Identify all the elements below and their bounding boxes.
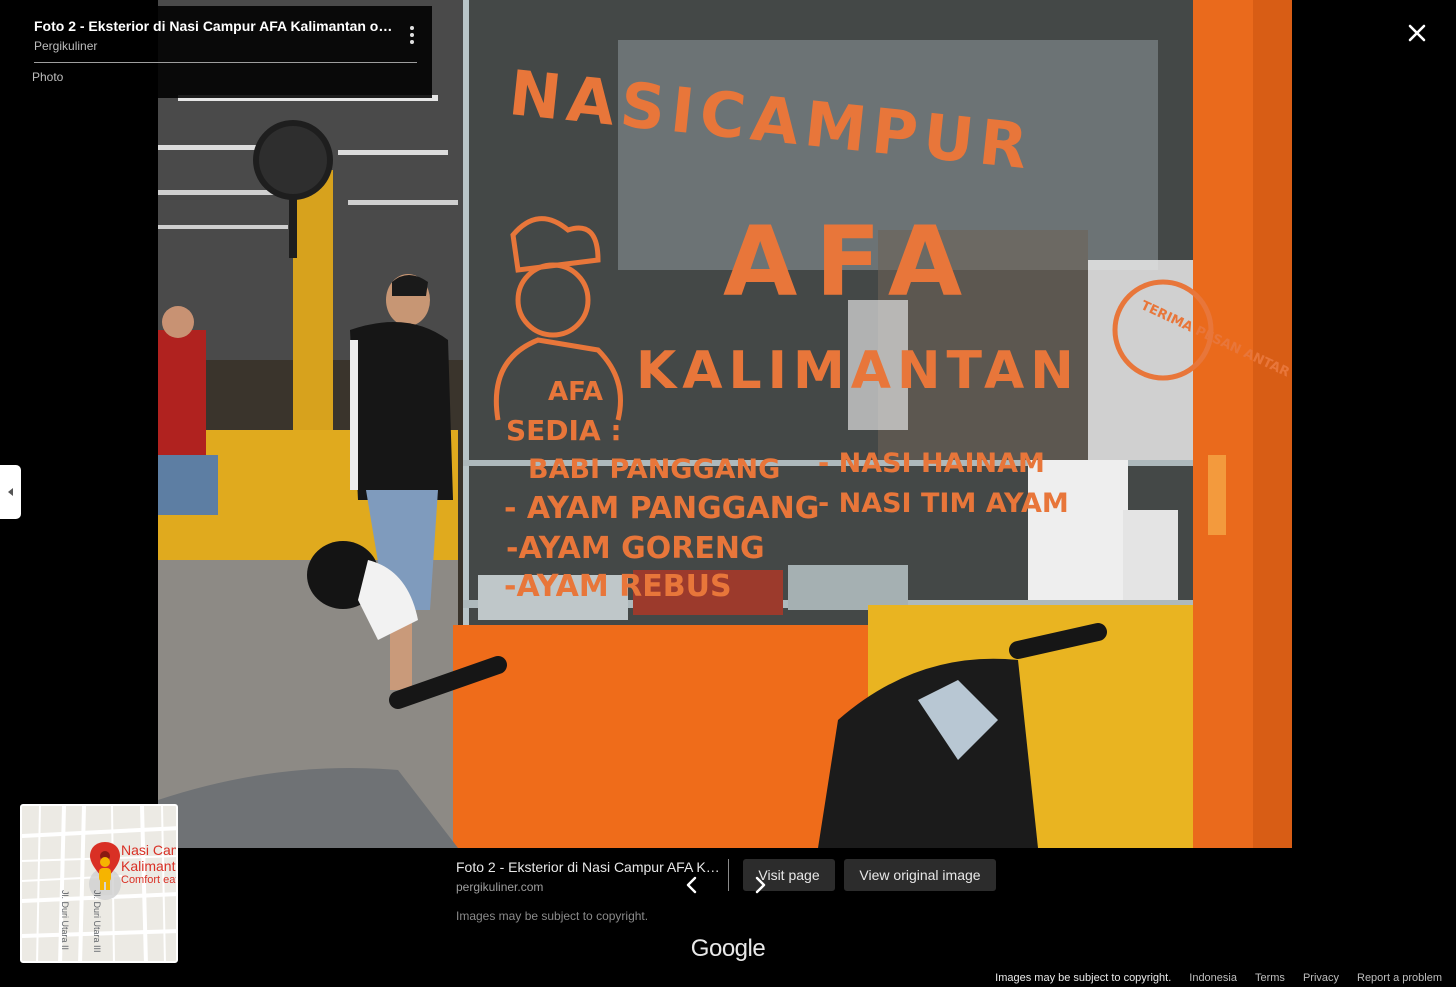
- image-source[interactable]: Pergikuliner: [34, 39, 432, 53]
- google-logo: Google: [690, 935, 766, 962]
- pegman-icon: [99, 857, 111, 890]
- storefront-illustration: NASICAMPUR AFA KALIMANTAN AFA SEDIA : BA…: [158, 0, 1292, 848]
- chevron-right-icon: [755, 876, 766, 894]
- close-icon[interactable]: [1402, 18, 1432, 48]
- caption-domain[interactable]: pergikuliner.com: [456, 880, 543, 894]
- footer-copyright: Images may be subject to copyright.: [995, 972, 1172, 984]
- menu-item-4: - NASI TIM AYAM: [818, 488, 1069, 519]
- image-title[interactable]: Foto 2 - Eksterior di Nasi Campur AFA Ka…: [34, 17, 394, 35]
- more-options-icon[interactable]: [402, 18, 422, 52]
- view-original-image-button[interactable]: View original image: [844, 859, 996, 891]
- menu-header: SEDIA :: [506, 414, 622, 447]
- info-divider: [34, 62, 417, 63]
- footer-privacy-link[interactable]: Privacy: [1303, 972, 1339, 984]
- footer-country: Indonesia: [1189, 972, 1237, 984]
- image-type-label: Photo: [32, 70, 64, 84]
- chevron-left-icon: [8, 488, 13, 496]
- copyright-notice: Images may be subject to copyright.: [456, 909, 649, 923]
- menu-item-2: - NASI HAINAM: [818, 448, 1045, 479]
- map-place-category: Comfort eats: [121, 874, 178, 886]
- footer-terms-link[interactable]: Terms: [1255, 972, 1285, 984]
- footer: Images may be subject to copyright. Indo…: [995, 972, 1442, 984]
- previous-image-button[interactable]: [680, 872, 704, 898]
- menu-item-3: - AYAM PANGGANG: [504, 491, 819, 526]
- main-photo[interactable]: NASICAMPUR AFA KALIMANTAN AFA SEDIA : BA…: [158, 0, 1292, 848]
- menu-item-1: BABI PANGGANG: [528, 454, 780, 485]
- footer-report-link[interactable]: Report a problem: [1357, 972, 1442, 984]
- caption-divider: [728, 859, 729, 891]
- menu-item-5: -AYAM GORENG: [506, 531, 765, 566]
- sign-line-2: AFA: [723, 206, 980, 318]
- chevron-left-icon: [686, 876, 697, 894]
- collapse-panel-button[interactable]: [0, 465, 21, 519]
- map-place-name-line1: Nasi Campur AFA: [121, 842, 176, 858]
- logo-text: AFA: [548, 377, 603, 407]
- image-info-card: Foto 2 - Eksterior di Nasi Campur AFA Ka…: [0, 6, 432, 98]
- next-image-button[interactable]: [748, 872, 772, 898]
- map-place-name-line2: Kalimantan: [121, 858, 176, 874]
- sign-line-3: KALIMANTAN: [636, 341, 1080, 401]
- menu-item-6: -AYAM REBUS: [504, 569, 732, 604]
